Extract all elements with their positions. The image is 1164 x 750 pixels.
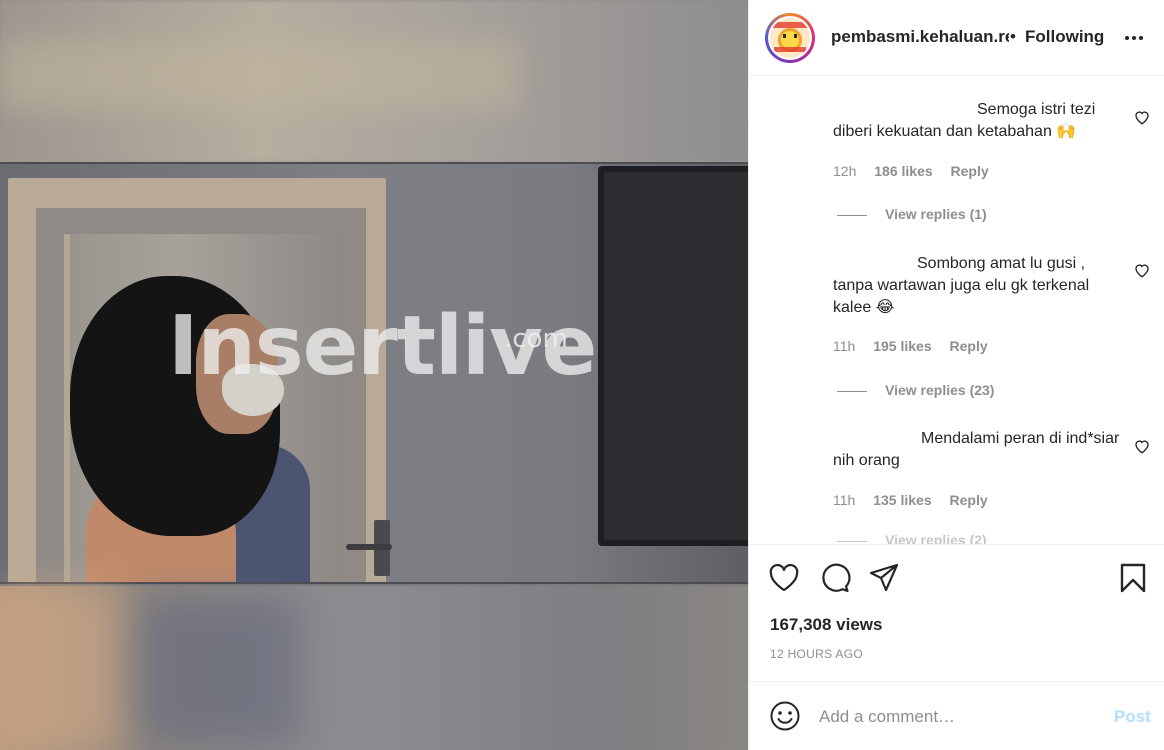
- comment-text: Mendalami peran di ind*siar nih orang: [833, 430, 1120, 469]
- post-header: pembasmi.kehaluan.re • Following: [749, 0, 1164, 76]
- video-watermark-com: .com: [504, 324, 568, 354]
- video-frame: Insertlive .com: [0, 162, 748, 584]
- separator-dot: •: [1010, 27, 1016, 46]
- username-link[interactable]: pembasmi.kehaluan.re: [831, 27, 1009, 47]
- reply-button[interactable]: Reply: [950, 338, 988, 354]
- comments-list[interactable]: Semoga istri tezi diberi kekuatan dan ke…: [749, 77, 1164, 544]
- comment-meta: 11h 195 likes Reply: [833, 338, 1002, 354]
- add-comment-bar: Post: [749, 681, 1164, 750]
- post-comment-button[interactable]: Post: [1114, 707, 1151, 727]
- heart-icon[interactable]: [768, 562, 800, 594]
- comment-likes[interactable]: 195 likes: [873, 338, 931, 354]
- video-blur-bottom: [0, 586, 748, 750]
- comment-text: Sombong amat lu gusi , tanpa wartawan ju…: [833, 255, 1090, 316]
- comment-input[interactable]: [819, 704, 1099, 730]
- comment-likes[interactable]: 186 likes: [874, 163, 932, 179]
- reply-button[interactable]: Reply: [951, 163, 989, 179]
- view-replies-label: View replies (1): [885, 206, 987, 222]
- post-side-panel: pembasmi.kehaluan.re • Following Semoga …: [748, 0, 1164, 750]
- smiley-icon[interactable]: [769, 700, 801, 732]
- comment-like-icon[interactable]: [1133, 261, 1151, 279]
- comment-meta: 11h 135 likes Reply: [833, 492, 1002, 508]
- comment-like-icon[interactable]: [1133, 437, 1151, 455]
- view-replies-button[interactable]: View replies (1): [837, 206, 987, 222]
- comment-text: Semoga istri tezi diberi kekuatan dan ke…: [833, 101, 1096, 140]
- avatar[interactable]: [765, 13, 815, 63]
- post-actions: 167,308 views 12 HOURS AGO: [749, 544, 1164, 681]
- paper-plane-icon[interactable]: [868, 562, 900, 594]
- tv-screen: [598, 166, 748, 546]
- view-replies-label: View replies (2): [885, 532, 987, 544]
- reply-button[interactable]: Reply: [950, 492, 988, 508]
- view-replies-button[interactable]: View replies (23): [837, 382, 994, 398]
- post-video[interactable]: Insertlive .com: [0, 0, 748, 750]
- comment-likes[interactable]: 135 likes: [873, 492, 931, 508]
- bookmark-icon[interactable]: [1117, 562, 1149, 594]
- post-timestamp: 12 HOURS AGO: [770, 647, 863, 661]
- comment-time: 11h: [833, 338, 856, 354]
- view-count[interactable]: 167,308 views: [770, 615, 882, 635]
- comment-time: 11h: [833, 492, 856, 508]
- comment-time: 12h: [833, 163, 857, 179]
- avatar-image: [770, 18, 810, 58]
- following-button[interactable]: Following: [1025, 27, 1104, 47]
- comment-meta: 12h 186 likes Reply: [833, 163, 1003, 179]
- comment-icon[interactable]: [819, 562, 851, 594]
- view-replies-label: View replies (23): [885, 382, 995, 398]
- video-blur-top: [0, 0, 748, 162]
- more-options-icon[interactable]: [1122, 26, 1146, 50]
- view-replies-button[interactable]: View replies (2): [837, 532, 987, 544]
- comment-like-icon[interactable]: [1133, 108, 1151, 126]
